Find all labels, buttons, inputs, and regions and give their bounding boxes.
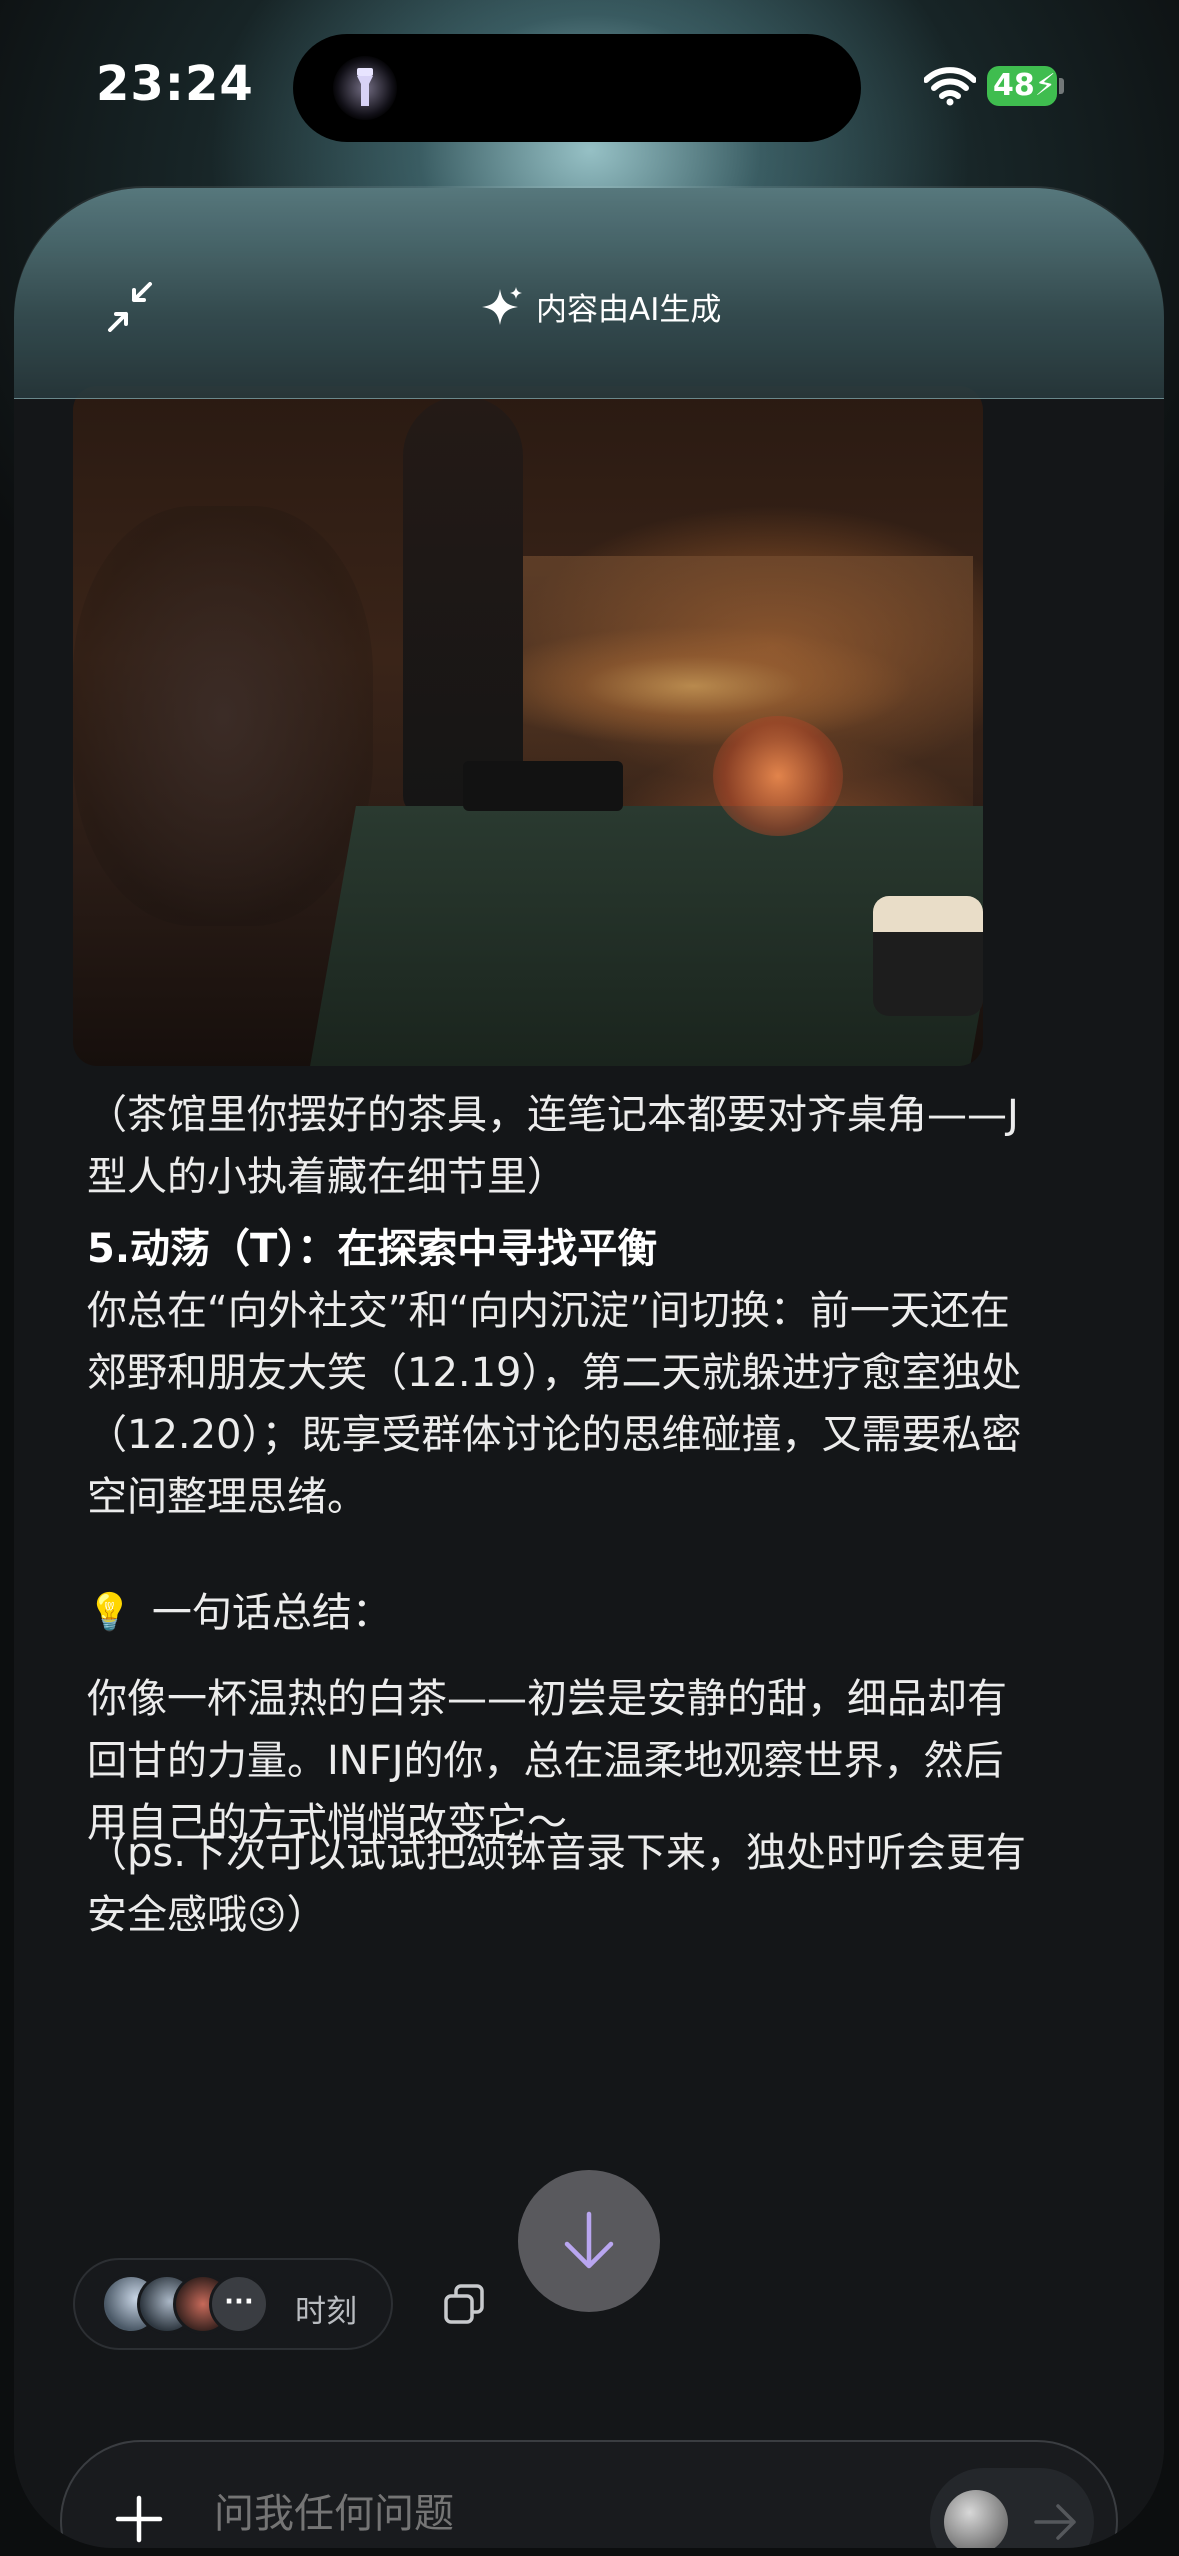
ps-note: （ps.下次可以试试把颂钵音录下来，独处时听会更有安全感哦😉） [87, 1822, 1027, 1946]
photo-caption: （茶馆里你摆好的茶具，连笔记本都要对齐桌角——J型人的小执着藏在细节里） [87, 1092, 1019, 1200]
ai-sheet: 内容由AI生成 （茶馆里你摆好的茶具，连笔记本都要对齐桌角——J型人的小执着藏在… [14, 188, 1164, 2548]
moments-label: 时刻 [295, 2294, 357, 2330]
arrow-down-icon [564, 2211, 614, 2269]
chat-composer [60, 2440, 1118, 2548]
ps-text: （ps.下次可以试试把颂钵音录下来，独处时听会更有安全感哦 [87, 1830, 1026, 1938]
bulb-icon: 💡 [87, 1592, 132, 1633]
status-bar: 23:24 48⚡ [0, 0, 1179, 180]
voice-send-group [930, 2468, 1094, 2548]
battery-level: 48 [993, 68, 1035, 103]
plus-icon[interactable] [114, 2494, 164, 2544]
photo-blur [73, 506, 373, 926]
photo-cup [873, 896, 983, 1016]
scroll-to-bottom-button[interactable] [518, 2170, 660, 2312]
trait-section: 5.动荡（T）：在探索中寻找平衡 你总在“向外社交”和“向内沉淀”间切换：前一天… [87, 1218, 1027, 1528]
arrow-right-icon[interactable] [1034, 2504, 1078, 2540]
battery-indicator: 48⚡ [987, 66, 1057, 106]
ai-generated-label: 内容由AI生成 [480, 284, 721, 329]
wink-emoji: 😉 [247, 1893, 287, 1937]
photo-notebook [463, 761, 623, 811]
voice-orb-icon[interactable] [944, 2490, 1008, 2548]
photo-teapot [713, 716, 843, 836]
photo-person [403, 396, 523, 816]
dynamic-island [293, 34, 861, 142]
tea-house-photo[interactable] [73, 386, 983, 1066]
sheet-header: 内容由AI生成 [14, 188, 1164, 399]
sparkle-icon [482, 286, 522, 325]
moments-button[interactable]: ··· 时刻 [73, 2258, 393, 2350]
summary-heading: 💡 一句话总结： [87, 1582, 1027, 1644]
ps-end: ） [286, 1892, 327, 1938]
more-avatars-icon: ··· [209, 2274, 269, 2334]
charging-bolt-icon: ⚡ [1034, 68, 1056, 103]
ai-label-text: 内容由AI生成 [536, 292, 722, 328]
copy-icon[interactable] [444, 2284, 484, 2324]
wifi-icon [924, 67, 976, 106]
collapse-icon[interactable] [106, 282, 154, 332]
chat-content: （茶馆里你摆好的茶具，连笔记本都要对齐桌角——J型人的小执着藏在细节里） 5.动… [14, 386, 1164, 2548]
status-time: 23:24 [96, 56, 254, 112]
section-title: 5.动荡（T）：在探索中寻找平衡 [87, 1226, 658, 1272]
summary-heading-text: 一句话总结： [151, 1590, 392, 1636]
message-input[interactable] [212, 2490, 776, 2538]
section-body: 你总在“向外社交”和“向内沉淀”间切换：前一天还在郊野和朋友大笑（12.19），… [87, 1288, 1022, 1520]
flashlight-icon [333, 56, 397, 120]
battery-cap [1059, 78, 1064, 94]
